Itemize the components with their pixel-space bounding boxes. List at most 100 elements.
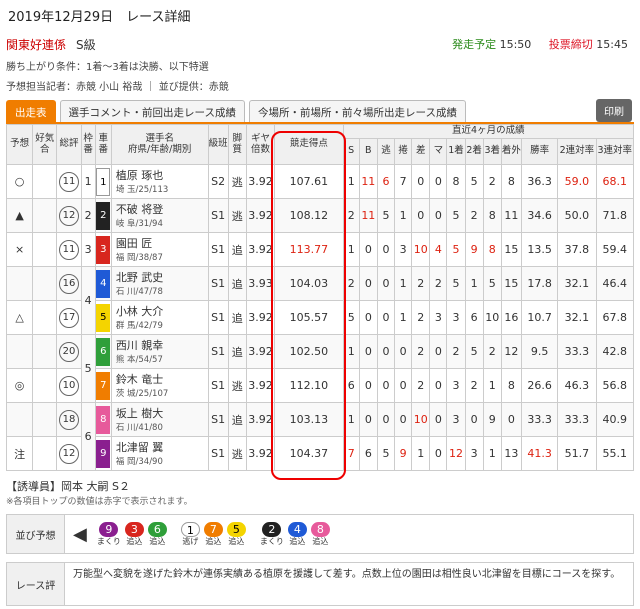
rider-name-text[interactable]: 植原 琢也 bbox=[112, 169, 208, 183]
rider-name[interactable]: 北津留 翼福 岡/34/90 bbox=[110, 436, 209, 471]
kokyo-cell bbox=[32, 300, 58, 335]
sohyo-cell: 17 bbox=[56, 300, 82, 335]
kokyo-cell bbox=[32, 436, 58, 471]
car-badge: 8 bbox=[96, 405, 111, 434]
stat-cell: 2 bbox=[411, 300, 431, 335]
yoso-mark bbox=[5, 334, 34, 369]
page-title: 2019年12月29日 レース詳細 bbox=[8, 10, 191, 25]
stat-cell: 0 bbox=[376, 232, 396, 267]
th-col-9: 着外 bbox=[500, 138, 522, 165]
rider-name-text[interactable]: 坂上 樹大 bbox=[112, 407, 208, 421]
sohyo-badge: 17 bbox=[58, 307, 79, 328]
stat-cell: 2 bbox=[464, 368, 484, 403]
print-button[interactable]: 印刷 bbox=[596, 99, 632, 122]
score-cell: 104.37 bbox=[274, 436, 344, 471]
th-col-4: 差 bbox=[411, 138, 431, 165]
line-rider: 2 まくり bbox=[260, 521, 284, 547]
stat-cell: 67.8 bbox=[595, 300, 635, 335]
rider-name[interactable]: 小林 大介群 馬/42/79 bbox=[110, 300, 209, 335]
kyu-cell: S1 bbox=[207, 266, 229, 301]
th-recent: 直近4ヶ月の成績 bbox=[342, 124, 635, 139]
sohyo-cell: 10 bbox=[56, 368, 82, 403]
stat-cell: 0 bbox=[358, 334, 378, 369]
waku-cell: 4 bbox=[80, 266, 96, 335]
table-row: 注 12 9 北津留 翼福 岡/34/90 S1 逃 3.92 104.37 7 6 5 9 1 0 12 3… bbox=[5, 436, 635, 471]
stat-cell: 10 bbox=[411, 402, 431, 437]
rider-name[interactable]: 園田 匠福 岡/38/87 bbox=[110, 232, 209, 267]
waku-cell: 1 bbox=[80, 164, 96, 199]
th-kokyo: 好気合 bbox=[32, 124, 58, 165]
line-rider-number: 8 bbox=[310, 521, 330, 537]
kyu-cell: S1 bbox=[207, 402, 229, 437]
rider-name-text[interactable]: 西川 親幸 bbox=[112, 339, 208, 353]
line-rider: 9 まくり bbox=[97, 521, 121, 547]
th-kyu: 級班 bbox=[207, 124, 229, 165]
rider-name-text[interactable]: 不破 将登 bbox=[112, 203, 208, 217]
stat-cell: 4 bbox=[429, 232, 448, 267]
stat-cell: 5 bbox=[446, 232, 466, 267]
rider-sub: 岐 阜/31/94 bbox=[115, 218, 163, 229]
rider-name[interactable]: 鈴木 竜士茨 城/25/107 bbox=[110, 368, 209, 403]
th-col-7: 2着 bbox=[464, 138, 484, 165]
th-sha: 車番 bbox=[94, 124, 112, 165]
rider-name-text[interactable]: 北津留 翼 bbox=[112, 441, 208, 455]
stat-cell: 33.3 bbox=[520, 402, 559, 437]
rider-name[interactable]: 不破 将登岐 阜/31/94 bbox=[110, 198, 209, 233]
table-row: × 11 3 3 園田 匠福 岡/38/87 S1 追 3.92 113.77 1 0 0 3 10 4 5 9… bbox=[5, 232, 635, 267]
tab-comments[interactable]: 選手コメント・前回出走レース成績 bbox=[59, 100, 245, 122]
line-rider: 8 追込 bbox=[310, 521, 330, 547]
line-rider-style: 追込 bbox=[126, 536, 143, 546]
stat-cell: 0 bbox=[429, 402, 448, 437]
table-row: △ 17 5 小林 大介群 馬/42/79 S1 追 3.92 105.57 5 0 0 1 2 3 3 6 1… bbox=[5, 300, 635, 335]
stat-cell: 0 bbox=[394, 368, 413, 403]
stat-cell: 2 bbox=[411, 368, 431, 403]
car-number: 6 bbox=[94, 334, 112, 369]
stat-cell: 5 bbox=[482, 266, 502, 301]
footnote: ※各項目トップの数値は赤字で表示されます。 bbox=[6, 497, 193, 507]
sohyo-cell: 12 bbox=[56, 436, 82, 471]
stat-cell: 10.7 bbox=[520, 300, 559, 335]
rider-name-text[interactable]: 小林 大介 bbox=[112, 305, 208, 319]
kyu-cell: S1 bbox=[207, 198, 229, 233]
stat-cell: 0 bbox=[429, 334, 448, 369]
tab-entries[interactable]: 出走表 bbox=[6, 100, 56, 122]
gear-cell: 3.92 bbox=[245, 334, 276, 369]
car-badge: 6 bbox=[96, 337, 111, 366]
kyaku-cell: 追 bbox=[227, 266, 247, 301]
stat-cell: 1 bbox=[482, 368, 502, 403]
stat-cell: 50.0 bbox=[557, 198, 597, 233]
stat-cell: 12 bbox=[500, 334, 522, 369]
th-col-1: B bbox=[358, 138, 378, 165]
tab-results[interactable]: 今場所・前場所・前々場所出走レース成績 bbox=[248, 100, 466, 122]
stat-cell: 3 bbox=[429, 300, 448, 335]
stat-cell: 0 bbox=[411, 164, 431, 199]
race-review-label: レース評 bbox=[7, 563, 65, 605]
rider-sub: 群 馬/42/79 bbox=[115, 320, 163, 331]
car-badge: 2 bbox=[96, 201, 111, 230]
kyaku-cell: 追 bbox=[227, 334, 247, 369]
rider-name[interactable]: 坂上 樹大石 川/41/80 bbox=[110, 402, 209, 437]
rider-name[interactable]: 植原 琢也埼 玉/25/113 bbox=[110, 164, 209, 199]
stat-cell: 9.5 bbox=[520, 334, 559, 369]
score-cell: 108.12 bbox=[274, 198, 344, 233]
stat-cell: 1 bbox=[342, 334, 360, 369]
race-times: 発走予定 15:50 投票締切 15:45 bbox=[452, 38, 628, 51]
rider-name-text[interactable]: 園田 匠 bbox=[112, 237, 208, 251]
stat-cell: 0 bbox=[358, 232, 378, 267]
car-badge: 4 bbox=[96, 269, 111, 298]
stat-cell: 8 bbox=[446, 164, 466, 199]
rider-name[interactable]: 西川 親幸熊 本/54/57 bbox=[110, 334, 209, 369]
line-prediction: 並び予想 ◀ 9 まくり 3 追込 6 追込 1 逃げ 7 追込 5 追込 2 まくり 4 追込 8 追込 bbox=[6, 514, 634, 554]
line-rider-number: 2 bbox=[262, 521, 282, 537]
stat-cell: 7 bbox=[394, 164, 413, 199]
table-row: 18 6 8 坂上 樹大石 川/41/80 S1 追 3.92 103.13 1 0 0 0 10 0 3 0… bbox=[5, 402, 635, 471]
rider-name-text[interactable]: 鈴木 竜士 bbox=[112, 373, 208, 387]
line-rider: 5 追込 bbox=[226, 521, 246, 547]
stat-cell: 0 bbox=[376, 266, 396, 301]
rider-name[interactable]: 北野 武史石 川/47/78 bbox=[110, 266, 209, 301]
kokyo-cell bbox=[32, 232, 58, 267]
th-kyaku: 脚質 bbox=[227, 124, 247, 165]
guide-rider: 【誘導員】岡本 大嗣 S２ bbox=[6, 480, 130, 493]
sohyo-badge: 18 bbox=[58, 409, 79, 430]
rider-name-text[interactable]: 北野 武史 bbox=[112, 271, 208, 285]
